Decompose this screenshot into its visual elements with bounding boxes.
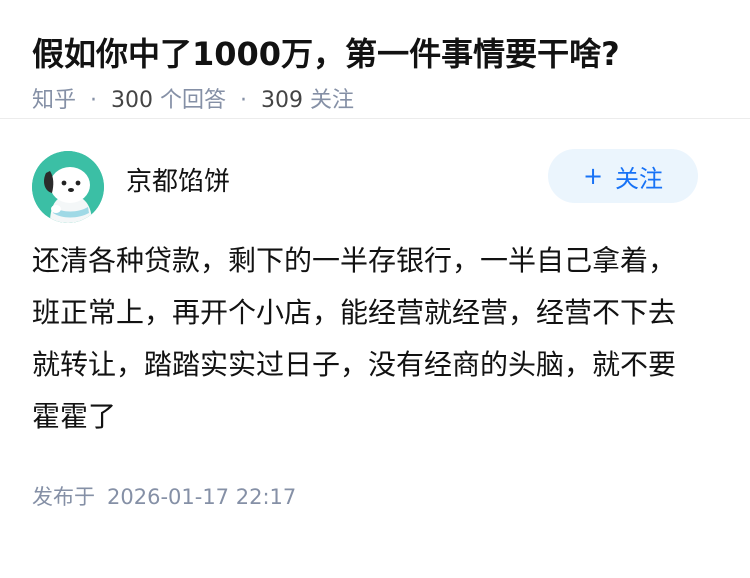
follow-button-label: 关注 [615,164,664,193]
question-header: 假如你中了1000万，第一件事情要干啥? 知乎 · 300 个回答 · 309 关注 [0,0,750,119]
published-time: 2026-01-17 22:17 [107,485,297,509]
author-avatar[interactable] [32,151,104,223]
cartoon-dog-avatar-icon [32,151,104,223]
published-label: 发布于 [32,485,95,509]
follower-count: 309 [261,88,304,113]
answer-content[interactable]: 还清各种贷款，剩下的一半存银行，一半自己拿着，班正常上，再开个小店，能经营就经营… [32,235,682,443]
separator-dot: · [240,88,248,113]
question-meta: 知乎 · 300 个回答 · 309 关注 [32,86,718,116]
author-row: 京都馅饼 + 关注 [32,149,718,223]
answer-card: 京都馅饼 + 关注 还清各种贷款，剩下的一半存银行，一半自己拿着，班正常上，再开… [0,119,750,511]
author-name[interactable]: 京都馅饼 [126,161,230,198]
follower-count-label: 关注 [310,88,355,113]
plus-icon: + [582,162,604,190]
follow-button[interactable]: + 关注 [548,149,698,203]
answer-count: 300 [111,88,154,113]
separator-dot: · [90,88,98,113]
question-title[interactable]: 假如你中了1000万，第一件事情要干啥? [32,32,718,76]
source-label[interactable]: 知乎 [32,88,76,113]
answer-footer: 发布于 2026-01-17 22:17 [32,481,718,511]
answer-count-label[interactable]: 个回答 [160,88,226,113]
